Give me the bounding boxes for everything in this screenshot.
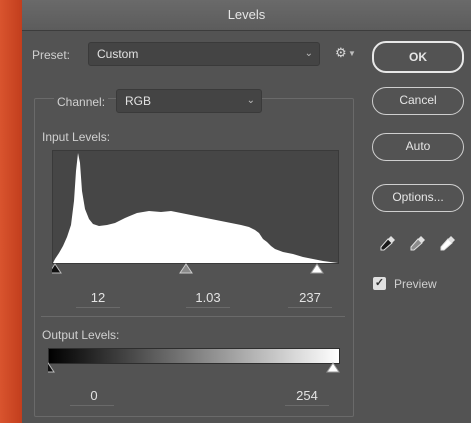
- histogram: [52, 150, 339, 264]
- levels-dialog: Levels Preset: Custom ⌄ ⚙ ▼ Channel: RGB…: [22, 0, 471, 423]
- output-black-underline: [70, 405, 114, 406]
- eyedropper-gray-icon[interactable]: [410, 235, 426, 251]
- preview-label: Preview: [394, 277, 437, 291]
- options-button[interactable]: Options...: [372, 184, 464, 212]
- dialog-title: Levels: [22, 0, 471, 31]
- input-gray-slider-handle[interactable]: [180, 263, 192, 275]
- cancel-button[interactable]: Cancel: [372, 87, 464, 115]
- preview-checkbox[interactable]: ✓: [373, 277, 386, 290]
- input-gamma-underline: [186, 307, 230, 308]
- output-white-slider-handle[interactable]: [327, 362, 339, 374]
- preset-select[interactable]: Custom ⌄: [88, 42, 320, 66]
- eyedropper-white-icon[interactable]: [440, 235, 456, 251]
- histogram-graph: [53, 153, 338, 263]
- channel-value: RGB: [125, 94, 152, 108]
- chevron-down-icon[interactable]: ▼: [348, 49, 356, 58]
- output-black-slider-handle[interactable]: [43, 362, 55, 374]
- ok-button[interactable]: OK: [372, 41, 464, 73]
- preset-value: Custom: [97, 47, 139, 61]
- auto-button[interactable]: Auto: [372, 133, 464, 161]
- input-gamma-value[interactable]: 1.03: [178, 290, 238, 305]
- separator: [41, 316, 345, 317]
- channel-label: Channel:: [54, 95, 109, 109]
- input-white-value[interactable]: 237: [280, 290, 340, 305]
- input-levels-label: Input Levels:: [42, 130, 111, 144]
- gear-icon[interactable]: ⚙: [335, 46, 349, 60]
- chevron-down-icon: ⌄: [304, 48, 313, 59]
- channel-select[interactable]: RGB ⌄: [116, 89, 262, 113]
- output-slider-track: [48, 362, 340, 373]
- preset-label: Preset:: [32, 48, 71, 62]
- input-white-underline: [288, 307, 332, 308]
- output-levels-label: Output Levels:: [42, 328, 120, 342]
- output-white-value[interactable]: 254: [277, 388, 337, 403]
- histogram-fill: [53, 153, 338, 263]
- output-black-value[interactable]: 0: [64, 388, 124, 403]
- background-image-edge: [0, 0, 22, 423]
- input-white-slider-handle[interactable]: [311, 263, 323, 275]
- input-black-slider-handle[interactable]: [52, 263, 64, 275]
- input-black-value[interactable]: 12: [68, 290, 128, 305]
- eyedropper-black-icon[interactable]: [380, 235, 396, 251]
- chevron-down-icon: ⌄: [246, 95, 255, 106]
- output-white-underline: [285, 405, 329, 406]
- input-slider-track: [52, 263, 324, 274]
- input-black-underline: [76, 307, 120, 308]
